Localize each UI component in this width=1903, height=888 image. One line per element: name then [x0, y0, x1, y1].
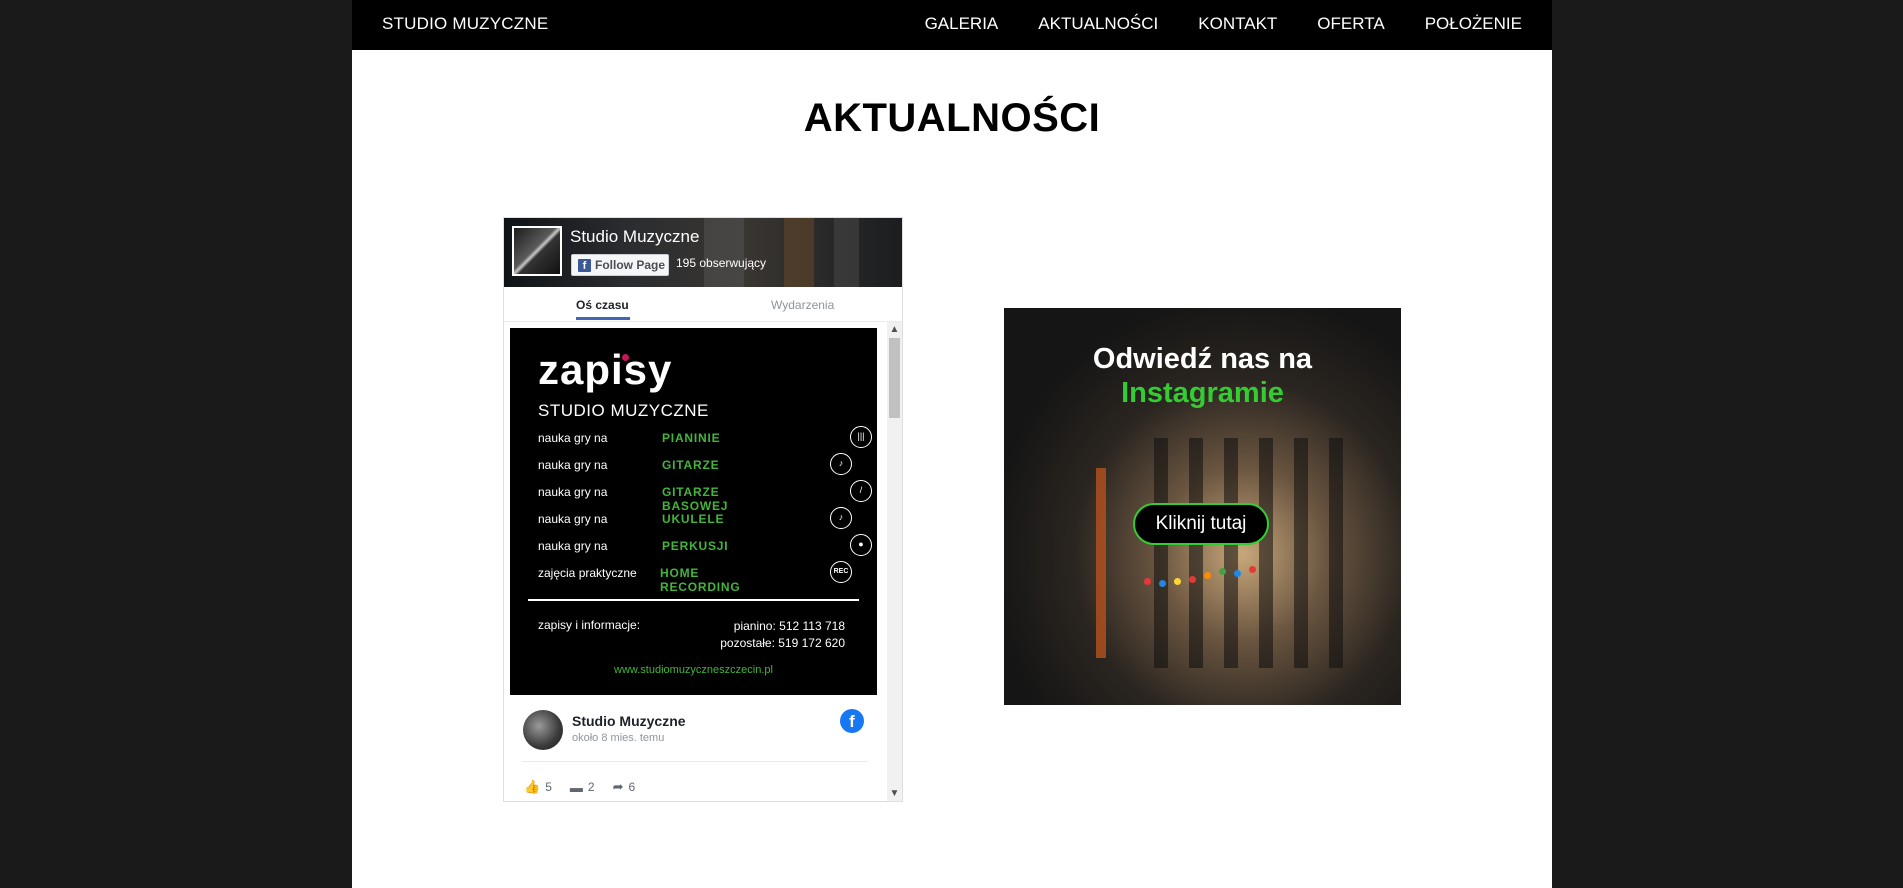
decor-shadow: [1329, 438, 1343, 668]
phone-piano: pianino: 512 113 718: [733, 619, 845, 633]
decor-light: [1096, 468, 1106, 658]
decor-shadow: [1224, 438, 1238, 668]
bass-guitar-icon: /: [850, 480, 872, 502]
nav-galeria[interactable]: GALERIA: [905, 0, 1019, 48]
instagram-heading: Odwiedź nas na: [1092, 343, 1313, 375]
nav-aktualnosci[interactable]: AKTUALNOŚCI: [1018, 0, 1178, 48]
scrollbar-thumb[interactable]: [889, 338, 900, 418]
post-image[interactable]: zapisy STUDIO MUZYCZNE nauka gry na PIAN…: [510, 328, 877, 695]
post-author[interactable]: Studio Muzyczne: [572, 713, 686, 729]
divider: [522, 761, 868, 762]
likes-count[interactable]: 👍 5: [524, 779, 552, 795]
avatar[interactable]: [523, 710, 563, 750]
post-timestamp[interactable]: około 8 mies. temu: [572, 732, 664, 744]
instagram-card: Odwiedź nas na Instagramie Kliknij tutaj: [1004, 308, 1401, 705]
rec-icon: REC: [830, 561, 852, 583]
post-stats: 👍 5 ▬ 2 ➦ 6: [524, 779, 635, 795]
instagram-heading-accent: Instagramie: [1121, 377, 1284, 409]
fb-follow-label: Follow Page: [595, 258, 666, 272]
nav-oferta[interactable]: OFERTA: [1297, 0, 1404, 48]
fb-page-name[interactable]: Studio Muzyczne: [570, 227, 699, 247]
facebook-widget: Studio Muzyczne f Follow Page 195 obserw…: [503, 217, 903, 802]
tab-timeline[interactable]: Oś czasu: [576, 298, 629, 312]
drums-icon: ●: [850, 534, 872, 556]
fb-page-thumbnail[interactable]: [512, 226, 562, 276]
thumbs-up-icon: 👍: [524, 779, 541, 794]
fb-follow-button[interactable]: f Follow Page: [571, 254, 669, 276]
tab-active-indicator: [576, 317, 630, 320]
comment-icon: ▬: [569, 779, 583, 795]
page-title: AKTUALNOŚCI: [803, 96, 1101, 140]
share-icon: ➦: [612, 779, 624, 794]
site-brand[interactable]: STUDIO MUZYCZNE: [382, 0, 548, 48]
info-label: zapisy i informacje:: [538, 618, 641, 632]
decor-shadow: [1294, 438, 1308, 668]
guitar-icon: ♪: [830, 453, 852, 475]
post-headline: zapisy: [538, 346, 673, 393]
website-url: www.studiomuzyczneszczecin.pl: [614, 664, 773, 676]
divider: [528, 599, 859, 601]
tab-events[interactable]: Wydarzenia: [771, 298, 834, 312]
decor-shadow: [1259, 438, 1273, 668]
facebook-logo-icon[interactable]: f: [840, 709, 864, 733]
nav-kontakt[interactable]: KONTAKT: [1178, 0, 1297, 48]
nav-polozenie[interactable]: POŁOŻENIE: [1405, 0, 1522, 48]
post-subtitle: STUDIO MUZYCZNE: [538, 401, 709, 420]
phone-numbers: pianino: 512 113 718 pozostałe: 519 172 …: [705, 618, 845, 652]
fb-followers-count: 195 obserwujący: [676, 256, 767, 270]
phone-other: pozostałe: 519 172 620: [720, 636, 845, 650]
scroll-down-icon[interactable]: ▼: [887, 788, 902, 799]
shares-count[interactable]: ➦ 6: [613, 779, 636, 795]
fb-scrollbar[interactable]: ▲ ▼: [887, 322, 902, 801]
fb-cover-photo[interactable]: [504, 218, 902, 287]
decor-shadow: [1189, 438, 1203, 668]
nav-links: GALERIA AKTUALNOŚCI KONTAKT OFERTA POŁOŻ…: [905, 0, 1522, 48]
scroll-up-icon[interactable]: ▲: [887, 324, 902, 335]
facebook-f-icon: f: [578, 258, 591, 272]
comments-count[interactable]: ▬ 2: [570, 779, 595, 795]
music-notes-icon: [1134, 556, 1274, 596]
ukulele-icon: ♪: [830, 507, 852, 529]
page: STUDIO MUZYCZNE GALERIA AKTUALNOŚCI KONT…: [352, 0, 1552, 888]
instagram-button[interactable]: Kliknij tutaj: [1133, 503, 1269, 545]
decor-shadow: [1154, 438, 1168, 668]
fb-tabs: Oś czasu Wydarzenia: [504, 287, 902, 322]
top-navbar: STUDIO MUZYCZNE GALERIA AKTUALNOŚCI KONT…: [352, 0, 1552, 50]
piano-icon: |||: [850, 426, 872, 448]
